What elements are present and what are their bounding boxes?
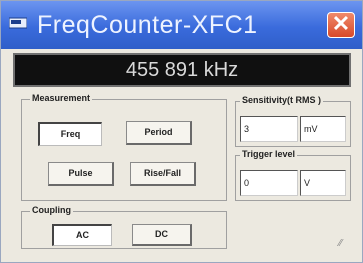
trigger-group: Trigger level 0 V (235, 149, 351, 201)
freq-button[interactable]: Freq (38, 122, 102, 146)
coupling-label: Coupling (30, 205, 73, 215)
freq-counter-window: FreqCounter-XFC1 ✕ 455 891 kHz Measureme… (0, 0, 363, 263)
period-button[interactable]: Period (126, 121, 192, 145)
frequency-display: 455 891 kHz (13, 53, 351, 87)
measurement-group: Measurement Freq Period Pulse Rise/Fall (21, 93, 227, 201)
rise-fall-button[interactable]: Rise/Fall (130, 162, 196, 186)
sensitivity-label: Sensitivity(t RMS ) (240, 95, 324, 105)
sensitivity-value-field[interactable]: 3 (240, 116, 298, 142)
sensitivity-group: Sensitivity(t RMS ) 3 mV (235, 95, 351, 147)
trigger-unit-field[interactable]: V (300, 170, 346, 196)
instrument-icon (9, 17, 27, 29)
ac-button[interactable]: AC (52, 224, 112, 246)
trigger-value-field[interactable]: 0 (240, 170, 298, 196)
coupling-group: Coupling AC DC (21, 205, 227, 249)
measurement-label: Measurement (30, 93, 93, 103)
dc-button[interactable]: DC (132, 224, 192, 246)
resize-grip-icon[interactable]: ⁄⁄ (339, 238, 342, 249)
window-title: FreqCounter-XFC1 (37, 11, 258, 39)
trigger-label: Trigger level (240, 149, 298, 159)
sensitivity-unit-field[interactable]: mV (300, 116, 346, 142)
title-bar[interactable]: FreqCounter-XFC1 ✕ (1, 1, 362, 49)
close-button[interactable]: ✕ (327, 12, 355, 38)
pulse-button[interactable]: Pulse (48, 162, 114, 186)
